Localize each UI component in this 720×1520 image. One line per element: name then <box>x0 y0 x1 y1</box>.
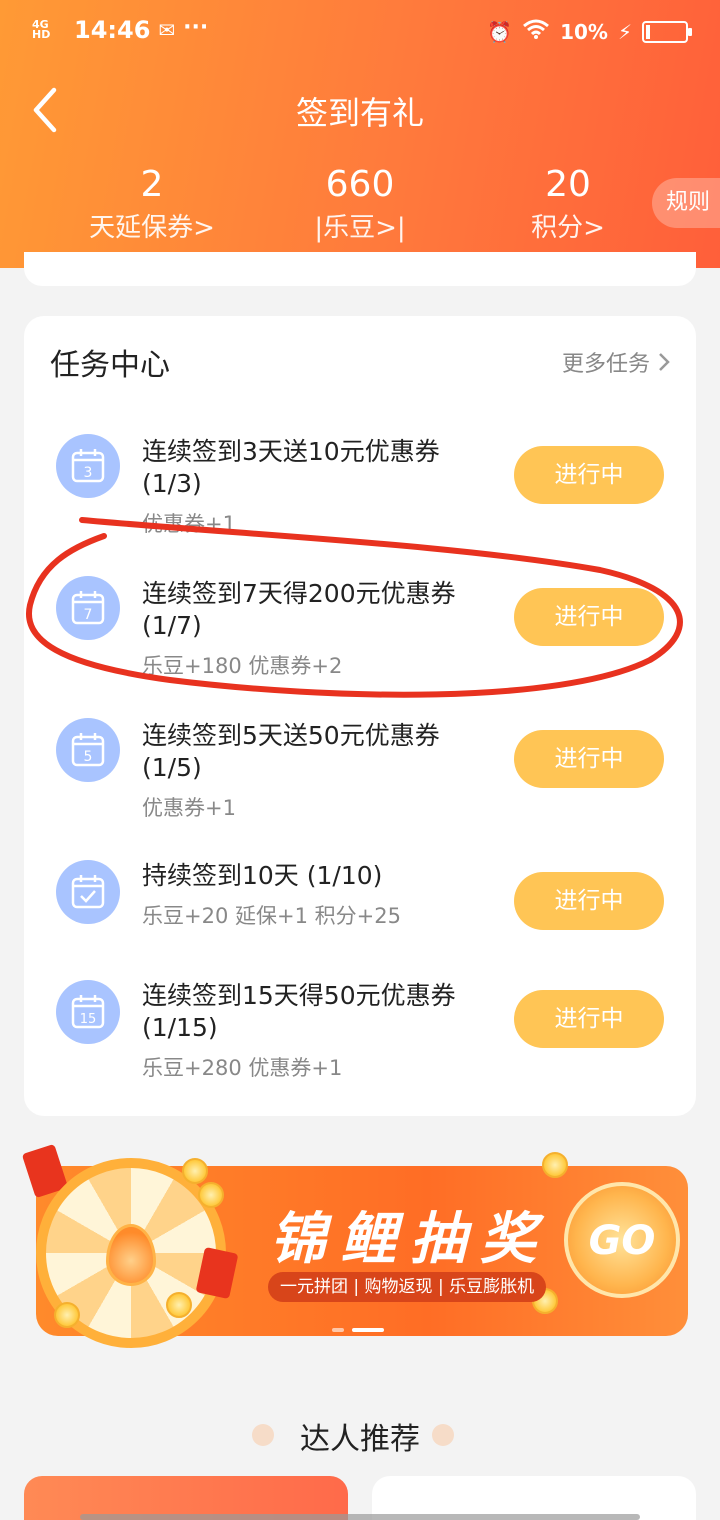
task-reward: 乐豆+180 优惠券+2 <box>142 654 343 678</box>
alarm-icon: ⏰ <box>487 19 513 44</box>
card-title: 任务中心 <box>50 348 170 383</box>
task-title: 连续签到5天送50元优惠券 (1/5) <box>142 721 440 782</box>
coin-icon <box>166 1292 192 1318</box>
task-reward: 优惠券+1 <box>142 796 236 820</box>
coin-icon <box>54 1302 80 1328</box>
svg-text:3: 3 <box>84 465 93 481</box>
stat-label: |乐豆>| <box>314 213 406 243</box>
banner-subtitle: 一元拼团 | 购物返现 | 乐豆膨胀机 <box>268 1272 547 1302</box>
wechat-icon: ✉ <box>158 18 176 42</box>
task-center-card: 任务中心 更多任务 3 连续签到3天送10元优惠券 (1/3) 优惠券+1 进行… <box>24 316 696 1116</box>
calendar-15-icon: 15 <box>56 980 120 1044</box>
calendar-3-icon: 3 <box>56 434 120 498</box>
task-title: 连续签到7天得200元优惠券 (1/7) <box>142 579 456 640</box>
carousel-dot-active <box>352 1328 384 1332</box>
calendar-5-icon: 5 <box>56 718 120 782</box>
battery-icon <box>642 20 692 43</box>
coin-icon <box>198 1182 224 1208</box>
stat-ledou[interactable]: 660 |乐豆>| <box>240 164 480 246</box>
task-status-button[interactable]: 进行中 <box>514 872 664 930</box>
task-reward: 乐豆+20 延保+1 积分+25 <box>142 904 401 928</box>
wheel-center-icon <box>106 1224 156 1286</box>
go-label: GO <box>588 1218 656 1264</box>
card-edge <box>24 252 696 286</box>
decoration-dot <box>432 1424 454 1446</box>
task-title: 连续签到3天送10元优惠券 (1/3) <box>142 437 440 498</box>
rules-button[interactable]: 规则 <box>652 178 720 228</box>
stat-value: 660 <box>325 164 395 205</box>
task-title: 连续签到15天得50元优惠券 (1/15) <box>142 981 456 1042</box>
svg-text:15: 15 <box>80 1012 97 1027</box>
stat-value: 2 <box>140 164 164 205</box>
calendar-7-icon: 7 <box>56 576 120 640</box>
section-title: 达人推荐 <box>300 1422 420 1457</box>
stat-warranty[interactable]: 2 天延保券> <box>32 164 272 246</box>
svg-text:7: 7 <box>84 607 93 623</box>
chevron-right-icon <box>659 353 670 371</box>
coin-icon <box>542 1152 568 1178</box>
header: 4G HD 14:46 ✉ ··· ⏰ 10% ⚡ 签到有礼 2 天延保券> 6… <box>0 0 720 268</box>
task-status-button[interactable]: 进行中 <box>514 588 664 646</box>
carousel-dot <box>332 1328 344 1332</box>
carousel-indicator <box>332 1328 384 1332</box>
network-indicator: 4G HD <box>32 18 51 41</box>
lottery-banner[interactable]: 锦鲤抽奖 一元拼团 | 购物返现 | 乐豆膨胀机 GO <box>21 1143 696 1348</box>
scroll-indicator <box>80 1514 640 1520</box>
wifi-icon <box>522 18 550 45</box>
more-tasks-link[interactable]: 更多任务 <box>562 346 670 378</box>
banner-title: 锦鲤抽奖 <box>270 1207 550 1272</box>
page-title: 签到有礼 <box>295 94 424 132</box>
charging-icon: ⚡ <box>617 19 632 44</box>
task-status-button[interactable]: 进行中 <box>514 730 664 788</box>
stat-label: 天延保券> <box>89 213 215 243</box>
svg-text:5: 5 <box>84 749 93 765</box>
task-title: 持续签到10天 (1/10) <box>142 861 383 890</box>
stat-label: 积分> <box>531 213 605 243</box>
coin-icon <box>182 1158 208 1184</box>
go-button[interactable]: GO <box>564 1182 680 1298</box>
calendar-check-icon <box>56 860 120 924</box>
task-status-button[interactable]: 进行中 <box>514 446 664 504</box>
task-reward: 优惠券+1 <box>142 512 236 536</box>
status-bar: 4G HD 14:46 ✉ ··· ⏰ 10% ⚡ <box>0 0 720 64</box>
clock: 14:46 <box>74 16 151 44</box>
battery-percent: 10% <box>560 19 608 44</box>
task-status-button[interactable]: 进行中 <box>514 990 664 1048</box>
more-tasks-label: 更多任务 <box>561 352 650 377</box>
task-reward: 乐豆+280 优惠券+1 <box>142 1056 343 1080</box>
more-notifications-icon: ··· <box>183 14 209 40</box>
